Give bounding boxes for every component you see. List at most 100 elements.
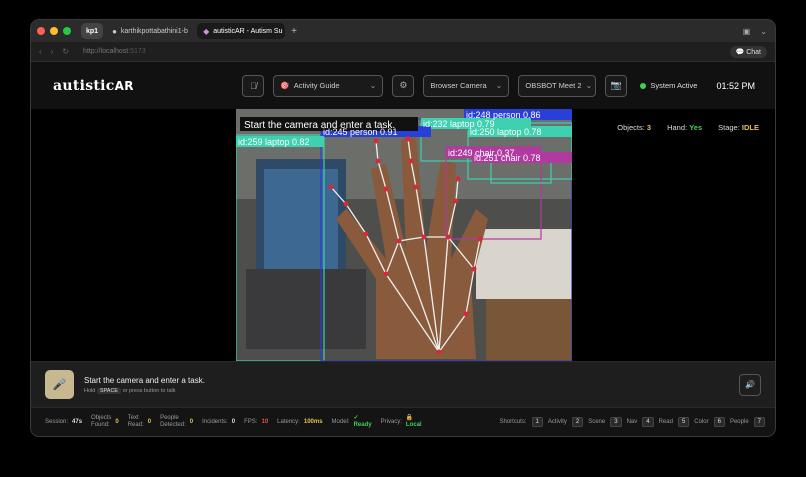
fps-value: 10 <box>261 419 269 425</box>
hint-key: SPACE <box>96 387 122 394</box>
text-read-label-line2: Read: <box>127 422 144 428</box>
status-dot <box>640 82 647 89</box>
keypoint <box>363 231 369 237</box>
clock: 01:52 PM <box>716 80 755 91</box>
tab-autisticar-label: autisticAR - Autism Su <box>213 27 283 35</box>
monitor-content <box>264 169 338 279</box>
minimize-window-button[interactable] <box>50 27 58 35</box>
shortcuts-label: Shortcuts: <box>499 419 527 425</box>
session-stat: Session: 47s <box>45 419 82 425</box>
window-controls <box>37 27 71 35</box>
shortcut-key[interactable]: 4 <box>642 417 654 427</box>
chevron-down-icon[interactable]: ⌄ <box>760 27 767 36</box>
camera-source-select[interactable]: Browser Camera ⌄ <box>423 74 510 97</box>
session-label: Session: <box>45 419 69 425</box>
keypoint <box>471 266 477 272</box>
url-port: :5173 <box>128 48 146 55</box>
keypoint <box>383 271 389 277</box>
privacy-value: Local <box>405 422 422 428</box>
shortcut-key[interactable]: 3 <box>610 417 622 427</box>
speaker-button[interactable]: 🔊 <box>739 373 761 396</box>
browser-window: kp1 ● karthikpottabathini1-b ◆ autisticA… <box>30 19 776 437</box>
detection-label: id:245 person 0.91 <box>323 127 398 137</box>
address-bar: ‹ › ↻ http://localhost:5173 💬 Chat <box>31 42 775 62</box>
shortcut-key[interactable]: 2 <box>571 417 584 427</box>
reload-icon[interactable]: ↻ <box>62 47 69 56</box>
capture-button[interactable]: 📷 <box>605 74 628 97</box>
text-read-label-line1: Text <box>127 415 139 421</box>
hand-stat-value: Yes <box>689 123 703 132</box>
latency-label: Latency: <box>277 419 300 425</box>
activity-guide-label: Activity Guide <box>293 81 340 90</box>
arm <box>486 299 572 361</box>
detection-label: id:250 laptop 0.78 <box>470 127 542 137</box>
profile-tab-label: kp1 <box>86 27 99 35</box>
keypoint <box>373 138 379 144</box>
fps-stat: FPS: 10 <box>244 419 268 425</box>
camera-feed[interactable]: Start the camera and enter a task. id:24… <box>236 109 572 361</box>
camera-device-select[interactable]: OBSBOT Meet 2 ⌄ <box>518 74 597 97</box>
camera-feed-svg: Start the camera and enter a task. id:24… <box>236 109 572 361</box>
url-field[interactable]: http://localhost:5173 <box>83 48 146 55</box>
maximize-window-button[interactable] <box>63 27 71 35</box>
url-host: http://localhost <box>83 48 129 55</box>
forward-icon[interactable]: › <box>51 47 54 56</box>
text-read-label: Text Read: <box>128 415 144 429</box>
tab-github[interactable]: ● karthikpottabathini1-b <box>106 23 194 39</box>
objects-found-label-line1: Objects <box>91 415 112 421</box>
shortcut-label: Nav <box>626 419 638 425</box>
status-label: System Active <box>650 81 698 90</box>
app-logo: autisticAR <box>53 78 134 94</box>
profile-tab[interactable]: kp1 <box>81 23 104 39</box>
keypoint <box>328 184 334 190</box>
app-header: autisticAR 🎙̸ 🎯 Activity Guide ⌄ ⚙ Brows… <box>31 62 775 109</box>
activity-guide-select[interactable]: 🎯 Activity Guide ⌄ <box>273 74 384 97</box>
chat-label: Chat <box>746 48 761 56</box>
check-icon: ✓ <box>353 415 359 421</box>
keypoint <box>383 186 389 192</box>
tab-autisticar[interactable]: ◆ autisticAR - Autism Su <box>197 23 286 39</box>
prompt-text: Start the camera and enter a task. Hold … <box>84 376 205 394</box>
shortcut-key[interactable]: 6 <box>713 417 725 427</box>
github-icon: ● <box>112 26 117 36</box>
people-detected-label-line1: People <box>160 415 179 421</box>
hand-stat: Hand: Yes <box>667 123 702 132</box>
settings-button[interactable]: ⚙ <box>392 74 415 97</box>
keypoint <box>421 234 427 240</box>
keypoint <box>453 198 459 204</box>
activity-icon: 🎯 <box>280 81 290 90</box>
keypoint <box>343 201 349 207</box>
camera-stage: Start the camera and enter a task. id:24… <box>31 109 775 361</box>
objects-stat-value: 3 <box>646 123 652 132</box>
keypoint <box>445 234 451 240</box>
shortcuts: Shortcuts: 1 Activity 2 Scene 3 Nav 4 Read 5… <box>499 417 765 427</box>
new-tab-button[interactable]: + <box>291 26 297 37</box>
system-status: System Active <box>640 81 697 90</box>
shortcut-label: Read <box>658 419 673 425</box>
objects-stat-label: Objects: <box>617 123 645 132</box>
shortcut-key[interactable]: 7 <box>753 417 765 427</box>
detection-label: id:251 chair 0.78 <box>474 153 541 163</box>
hand-stat-label: Hand: <box>667 123 688 132</box>
back-icon[interactable]: ‹ <box>39 47 42 56</box>
chat-button[interactable]: 💬 Chat <box>729 45 767 58</box>
session-value: 47s <box>72 419 83 425</box>
close-window-button[interactable] <box>37 27 45 35</box>
people-detected-value: 0 <box>189 419 194 425</box>
latency-value: 100ms <box>303 419 323 425</box>
shortcut-key[interactable]: 1 <box>531 417 543 427</box>
mic-off-icon: 🎙̸ <box>249 80 257 91</box>
keypoint <box>413 184 419 190</box>
people-detected-stat: People Detected: 0 <box>160 415 193 429</box>
objects-found-value: 0 <box>115 419 119 425</box>
text-read-stat: Text Read: 0 <box>128 415 151 429</box>
fps-label: FPS: <box>244 419 258 425</box>
gear-icon: ⚙ <box>399 80 408 90</box>
model-value: Ready <box>353 422 372 428</box>
talk-button[interactable]: 🎤 <box>45 370 74 399</box>
keypoint <box>455 176 461 182</box>
sidebar-icon[interactable]: ▣ <box>743 27 751 36</box>
mute-mic-button[interactable]: 🎙̸ <box>242 74 265 97</box>
stage-stat-value: IDLE <box>741 123 759 132</box>
shortcut-key[interactable]: 5 <box>677 417 690 427</box>
